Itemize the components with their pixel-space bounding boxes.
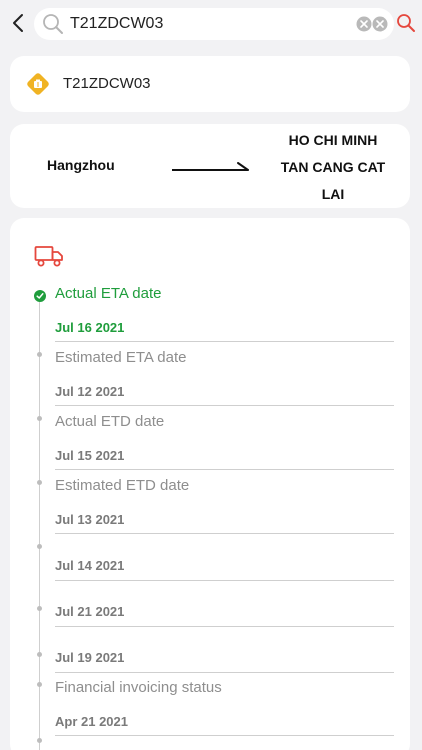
timeline-dot bbox=[37, 352, 42, 357]
truck-icon bbox=[34, 246, 63, 267]
timeline-date: Jul 16 2021 bbox=[55, 320, 125, 335]
destination-port: HO CHI MINH TAN CANG CAT LAI bbox=[268, 127, 398, 208]
timeline-date: Jul 13 2021 bbox=[55, 512, 125, 527]
shipment-card: T21ZDCW03 bbox=[10, 56, 410, 112]
timeline-date: Jul 14 2021 bbox=[55, 558, 125, 573]
timeline-date: Jul 19 2021 bbox=[55, 650, 125, 665]
page: T21ZDCW03 Hangzhou HO CHI MINH TAN CANG … bbox=[0, 0, 422, 750]
origin-port: Hangzhou bbox=[47, 157, 115, 173]
search-icon bbox=[43, 14, 63, 34]
clear-icon[interactable] bbox=[356, 16, 388, 32]
timeline-dot bbox=[37, 544, 42, 549]
timeline-label: Actual ETA date bbox=[55, 285, 162, 302]
timeline-divider bbox=[55, 735, 394, 736]
destination-line: TAN CANG CAT bbox=[280, 159, 386, 175]
timeline-label: Estimated ETD date bbox=[55, 477, 190, 494]
timeline-date: Jul 21 2021 bbox=[55, 604, 125, 619]
timeline-dot bbox=[37, 682, 42, 687]
timeline-dot bbox=[37, 416, 42, 421]
back-arrow-icon bbox=[13, 14, 23, 32]
top-bar bbox=[0, 0, 422, 48]
search-go-icon[interactable] bbox=[396, 13, 416, 33]
timeline-card: Actual ETA date Jul 16 2021 Estimated ET… bbox=[10, 218, 410, 750]
timeline-label: Actual ETD date bbox=[55, 413, 165, 430]
timeline-dot bbox=[37, 480, 42, 485]
shipment-icon bbox=[27, 73, 49, 95]
timeline-dot bbox=[37, 652, 42, 657]
timeline-dot bbox=[37, 606, 42, 611]
timeline-label: Estimated ETA date bbox=[55, 349, 187, 366]
timeline-divider bbox=[55, 405, 394, 406]
timeline-divider bbox=[55, 580, 394, 581]
search-box[interactable] bbox=[34, 8, 394, 40]
timeline-divider bbox=[55, 469, 394, 470]
check-icon bbox=[34, 290, 46, 302]
back-button[interactable] bbox=[8, 10, 30, 36]
timeline-divider bbox=[55, 672, 394, 673]
destination-line: LAI bbox=[321, 186, 345, 202]
timeline-label: Financial invoicing status bbox=[55, 679, 222, 696]
route-arrow-icon bbox=[172, 162, 249, 171]
timeline-date: Jul 12 2021 bbox=[55, 384, 125, 399]
timeline-date: Jul 15 2021 bbox=[55, 448, 125, 463]
timeline-date: Apr 21 2021 bbox=[55, 714, 128, 729]
route-card: Hangzhou HO CHI MINH TAN CANG CAT LAI bbox=[10, 124, 410, 208]
timeline-dot bbox=[37, 738, 42, 743]
timeline-divider bbox=[55, 533, 394, 534]
timeline-divider bbox=[55, 341, 394, 342]
shipment-number: T21ZDCW03 bbox=[63, 75, 151, 92]
destination-line: HO CHI MINH bbox=[288, 132, 378, 148]
timeline-divider bbox=[55, 626, 394, 627]
search-input[interactable] bbox=[70, 12, 340, 36]
